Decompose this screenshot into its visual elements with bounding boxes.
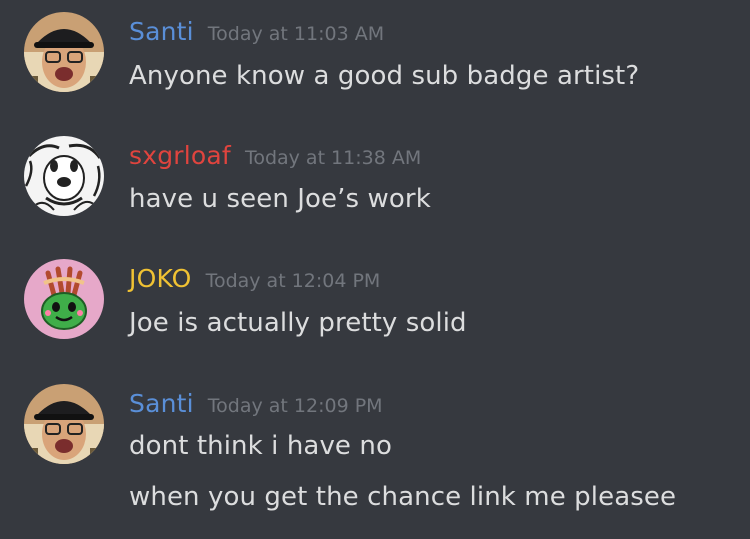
- message-text: have u seen Joe’s work: [129, 184, 431, 214]
- message-header: JOKO Today at 12:04 PM: [129, 264, 380, 293]
- message-header: Santi Today at 11:03 AM: [129, 17, 384, 46]
- username[interactable]: Santi: [129, 389, 194, 418]
- message-header: sxgrloaf Today at 11:38 AM: [129, 141, 421, 170]
- timestamp[interactable]: Today at 11:38 AM: [245, 147, 421, 169]
- user-avatar[interactable]: [24, 384, 104, 464]
- green-character-avatar-icon: [24, 259, 104, 339]
- cartoon-dog-avatar-icon: [24, 136, 104, 216]
- user-avatar[interactable]: [24, 12, 104, 92]
- user-avatar[interactable]: [24, 259, 104, 339]
- user-avatar[interactable]: [24, 136, 104, 216]
- person-with-cap-avatar-icon: [24, 384, 104, 464]
- timestamp[interactable]: Today at 12:04 PM: [206, 270, 381, 292]
- person-with-cap-avatar-icon: [24, 12, 104, 92]
- message-text: Joe is actually pretty solid: [129, 308, 467, 338]
- timestamp[interactable]: Today at 12:09 PM: [208, 395, 383, 417]
- username[interactable]: JOKO: [129, 264, 192, 293]
- message-text: Anyone know a good sub badge artist?: [129, 61, 640, 91]
- username[interactable]: Santi: [129, 17, 194, 46]
- timestamp[interactable]: Today at 11:03 AM: [208, 23, 384, 45]
- message-text: dont think i have no: [129, 431, 392, 461]
- message-text: when you get the chance link me pleasee: [129, 482, 677, 512]
- chat-message-list: Santi Today at 11:03 AM Anyone know a goo…: [0, 0, 750, 539]
- username[interactable]: sxgrloaf: [129, 141, 231, 170]
- message-header: Santi Today at 12:09 PM: [129, 389, 383, 418]
